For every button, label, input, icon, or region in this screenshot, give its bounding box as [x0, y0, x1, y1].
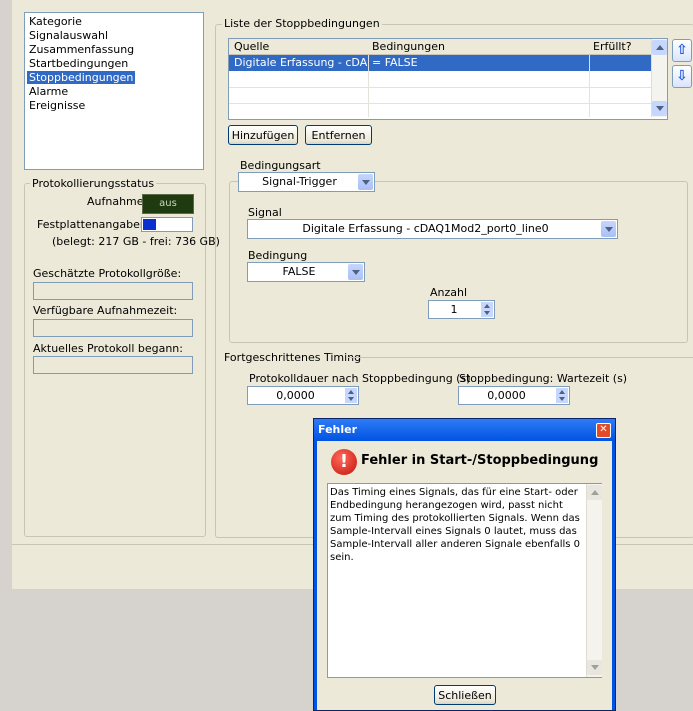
dialog-message: Das Timing eines Signals, das für eine S… — [330, 487, 581, 563]
count-label: Anzahl — [430, 286, 468, 299]
category-item-ereignisse[interactable]: Ereignisse — [27, 99, 87, 112]
close-icon[interactable]: ✕ — [596, 423, 611, 438]
move-up-button[interactable]: ⇧ — [672, 39, 692, 62]
timing-title: Fortgeschrittenes Timing — [224, 351, 362, 364]
category-list: Kategorie Signalauswahl Zusammenfassung … — [24, 12, 204, 170]
chevron-down-icon[interactable] — [348, 264, 363, 280]
close-button[interactable]: Schließen — [434, 685, 496, 705]
duration-label: Protokolldauer nach Stoppbedingung (s) — [249, 372, 471, 385]
message-scroll-down[interactable] — [587, 660, 602, 675]
error-icon: ! — [331, 449, 357, 475]
disk-label: Festplattenangaben — [37, 218, 147, 231]
arrow-up-icon: ⇧ — [676, 42, 688, 58]
stop-list-title: Liste der Stoppbedingungen — [222, 17, 382, 30]
dialog-titlebar[interactable]: Fehler ✕ — [314, 419, 615, 441]
avail-time-field — [33, 319, 193, 337]
logging-status-title: Protokollierungsstatus — [30, 177, 157, 190]
category-item-alarme[interactable]: Alarme — [27, 85, 70, 98]
category-item-startbedingungen[interactable]: Startbedingungen — [27, 57, 130, 70]
table-header: Quelle Bedingungen Erfüllt? — [229, 39, 651, 55]
condition-value: FALSE — [282, 265, 316, 278]
duration-input[interactable]: 0,0000 — [247, 386, 359, 405]
wait-label: Stoppbedingung: Wartezeit (s) — [459, 372, 628, 385]
signal-value: Digitale Erfassung - cDAQ1Mod2_port0_lin… — [302, 222, 549, 235]
scroll-up-button[interactable] — [652, 40, 667, 55]
column-header-erfuellt[interactable]: Erfüllt? — [593, 40, 632, 53]
record-indicator-text: aus — [159, 198, 177, 209]
est-size-field — [33, 282, 193, 300]
condition-type-label: Bedingungsart — [240, 159, 321, 172]
category-header: Kategorie — [29, 15, 82, 28]
duration-value: 0,0000 — [276, 389, 315, 402]
condition-type-select[interactable]: Signal-Trigger — [238, 172, 375, 192]
table-scrollbar[interactable] — [651, 39, 667, 117]
signal-label: Signal — [248, 206, 282, 219]
column-header-bedingungen[interactable]: Bedingungen — [372, 40, 445, 53]
chevron-down-icon[interactable] — [358, 174, 373, 190]
table-row[interactable]: Digitale Erfassung - cDAQ1M = FALSE — [229, 55, 651, 71]
record-indicator: aus — [142, 194, 194, 214]
disk-info: (belegt: 217 GB - frei: 736 GB) — [52, 235, 220, 248]
duration-spinner[interactable] — [345, 388, 357, 403]
remove-button[interactable]: Entfernen — [305, 125, 372, 145]
disk-usage-fill — [143, 219, 156, 230]
count-value: 1 — [450, 303, 458, 316]
category-item-signalauswahl[interactable]: Signalauswahl — [27, 29, 110, 42]
avail-time-label: Verfügbare Aufnahmezeit: — [33, 304, 178, 317]
wait-input[interactable]: 0,0000 — [458, 386, 570, 405]
error-dialog: Fehler ✕ ! Fehler in Start-/Stoppbedingu… — [313, 418, 616, 711]
dialog-message-box: Das Timing eines Signals, das für eine S… — [327, 483, 602, 678]
disk-usage-bar — [141, 217, 193, 232]
message-scrollbar[interactable] — [586, 484, 602, 677]
table-gridlines — [229, 55, 651, 117]
row-source: Digitale Erfassung - cDAQ1M — [234, 56, 367, 69]
log-started-field — [33, 356, 193, 374]
record-label: Aufnahme — [87, 195, 144, 208]
add-button[interactable]: Hinzufügen — [228, 125, 298, 145]
wait-value: 0,0000 — [487, 389, 526, 402]
signal-select[interactable]: Digitale Erfassung - cDAQ1Mod2_port0_lin… — [247, 219, 618, 239]
move-down-button[interactable]: ⇩ — [672, 65, 692, 88]
condition-type-value: Signal-Trigger — [262, 175, 337, 188]
dialog-title: Fehler — [318, 423, 358, 436]
condition-select[interactable]: FALSE — [247, 262, 365, 282]
dialog-client: ! Fehler in Start-/Stoppbedingung Das Ti… — [317, 441, 612, 710]
chevron-down-icon[interactable] — [601, 221, 616, 237]
timing-divider — [348, 357, 693, 358]
arrow-down-icon: ⇩ — [676, 68, 688, 84]
category-item-stoppbedingungen[interactable]: Stoppbedingungen — [27, 71, 136, 84]
scroll-down-button[interactable] — [652, 101, 667, 116]
condition-label: Bedingung — [248, 249, 308, 262]
count-input[interactable]: 1 — [428, 300, 495, 319]
count-spinner[interactable] — [481, 302, 493, 317]
message-scroll-up[interactable] — [587, 485, 602, 500]
row-condition: = FALSE — [372, 56, 418, 69]
column-header-quelle[interactable]: Quelle — [234, 40, 269, 53]
log-started-label: Aktuelles Protokoll begann: — [33, 342, 183, 355]
dialog-heading: Fehler in Start-/Stoppbedingung — [361, 453, 599, 468]
est-size-label: Geschätzte Protokollgröße: — [33, 267, 182, 280]
wait-spinner[interactable] — [556, 388, 568, 403]
category-item-zusammenfassung[interactable]: Zusammenfassung — [27, 43, 136, 56]
